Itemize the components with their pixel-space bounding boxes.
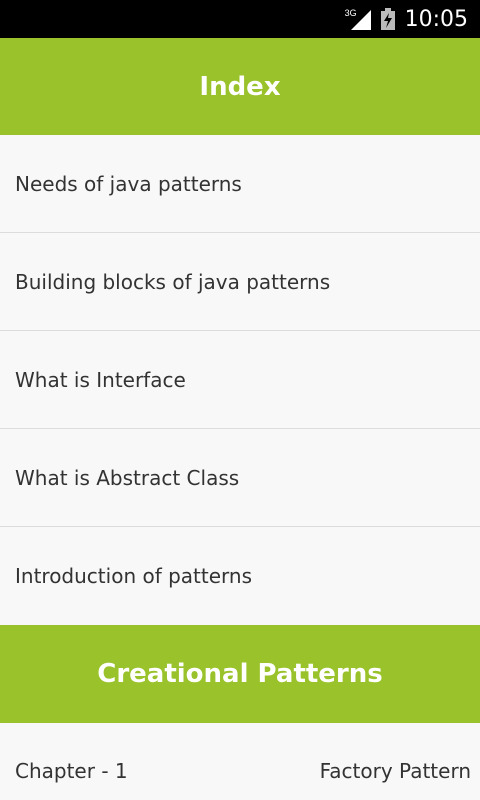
chapter-title: Factory Pattern xyxy=(319,759,471,783)
list-item-introduction-of-patterns[interactable]: Introduction of patterns xyxy=(0,527,480,625)
section-header-creational-patterns: Creational Patterns xyxy=(0,625,480,723)
list-item-label: What is Interface xyxy=(15,367,186,392)
list-item-label: Introduction of patterns xyxy=(15,564,253,588)
index-list: Needs of java patterns Building blocks o… xyxy=(0,135,480,625)
network-type-label: 3G xyxy=(344,8,357,18)
list-item-label: Building blocks of java patterns xyxy=(15,269,331,294)
list-item-label: Needs of java patterns xyxy=(15,171,242,196)
signal-indicator: 3G xyxy=(345,8,371,30)
list-item-what-is-interface[interactable]: What is Interface xyxy=(0,331,480,429)
list-item-building-blocks[interactable]: Building blocks of java patterns xyxy=(0,233,480,331)
list-item-what-is-abstract-class[interactable]: What is Abstract Class xyxy=(0,429,480,527)
list-item-label: What is Abstract Class xyxy=(15,465,240,490)
list-item-needs-of-java-patterns[interactable]: Needs of java patterns xyxy=(0,135,480,233)
status-bar: 3G 10:05 xyxy=(0,0,480,38)
section-title: Creational Patterns xyxy=(97,659,383,689)
page-title: Index xyxy=(199,71,281,102)
status-time: 10:05 xyxy=(404,6,468,32)
chapter-number: Chapter - 1 xyxy=(15,759,128,783)
header-bar: Index xyxy=(0,38,480,135)
battery-charging-icon xyxy=(380,8,395,30)
chapter-row-1[interactable]: Chapter - 1 Factory Pattern xyxy=(0,723,480,800)
